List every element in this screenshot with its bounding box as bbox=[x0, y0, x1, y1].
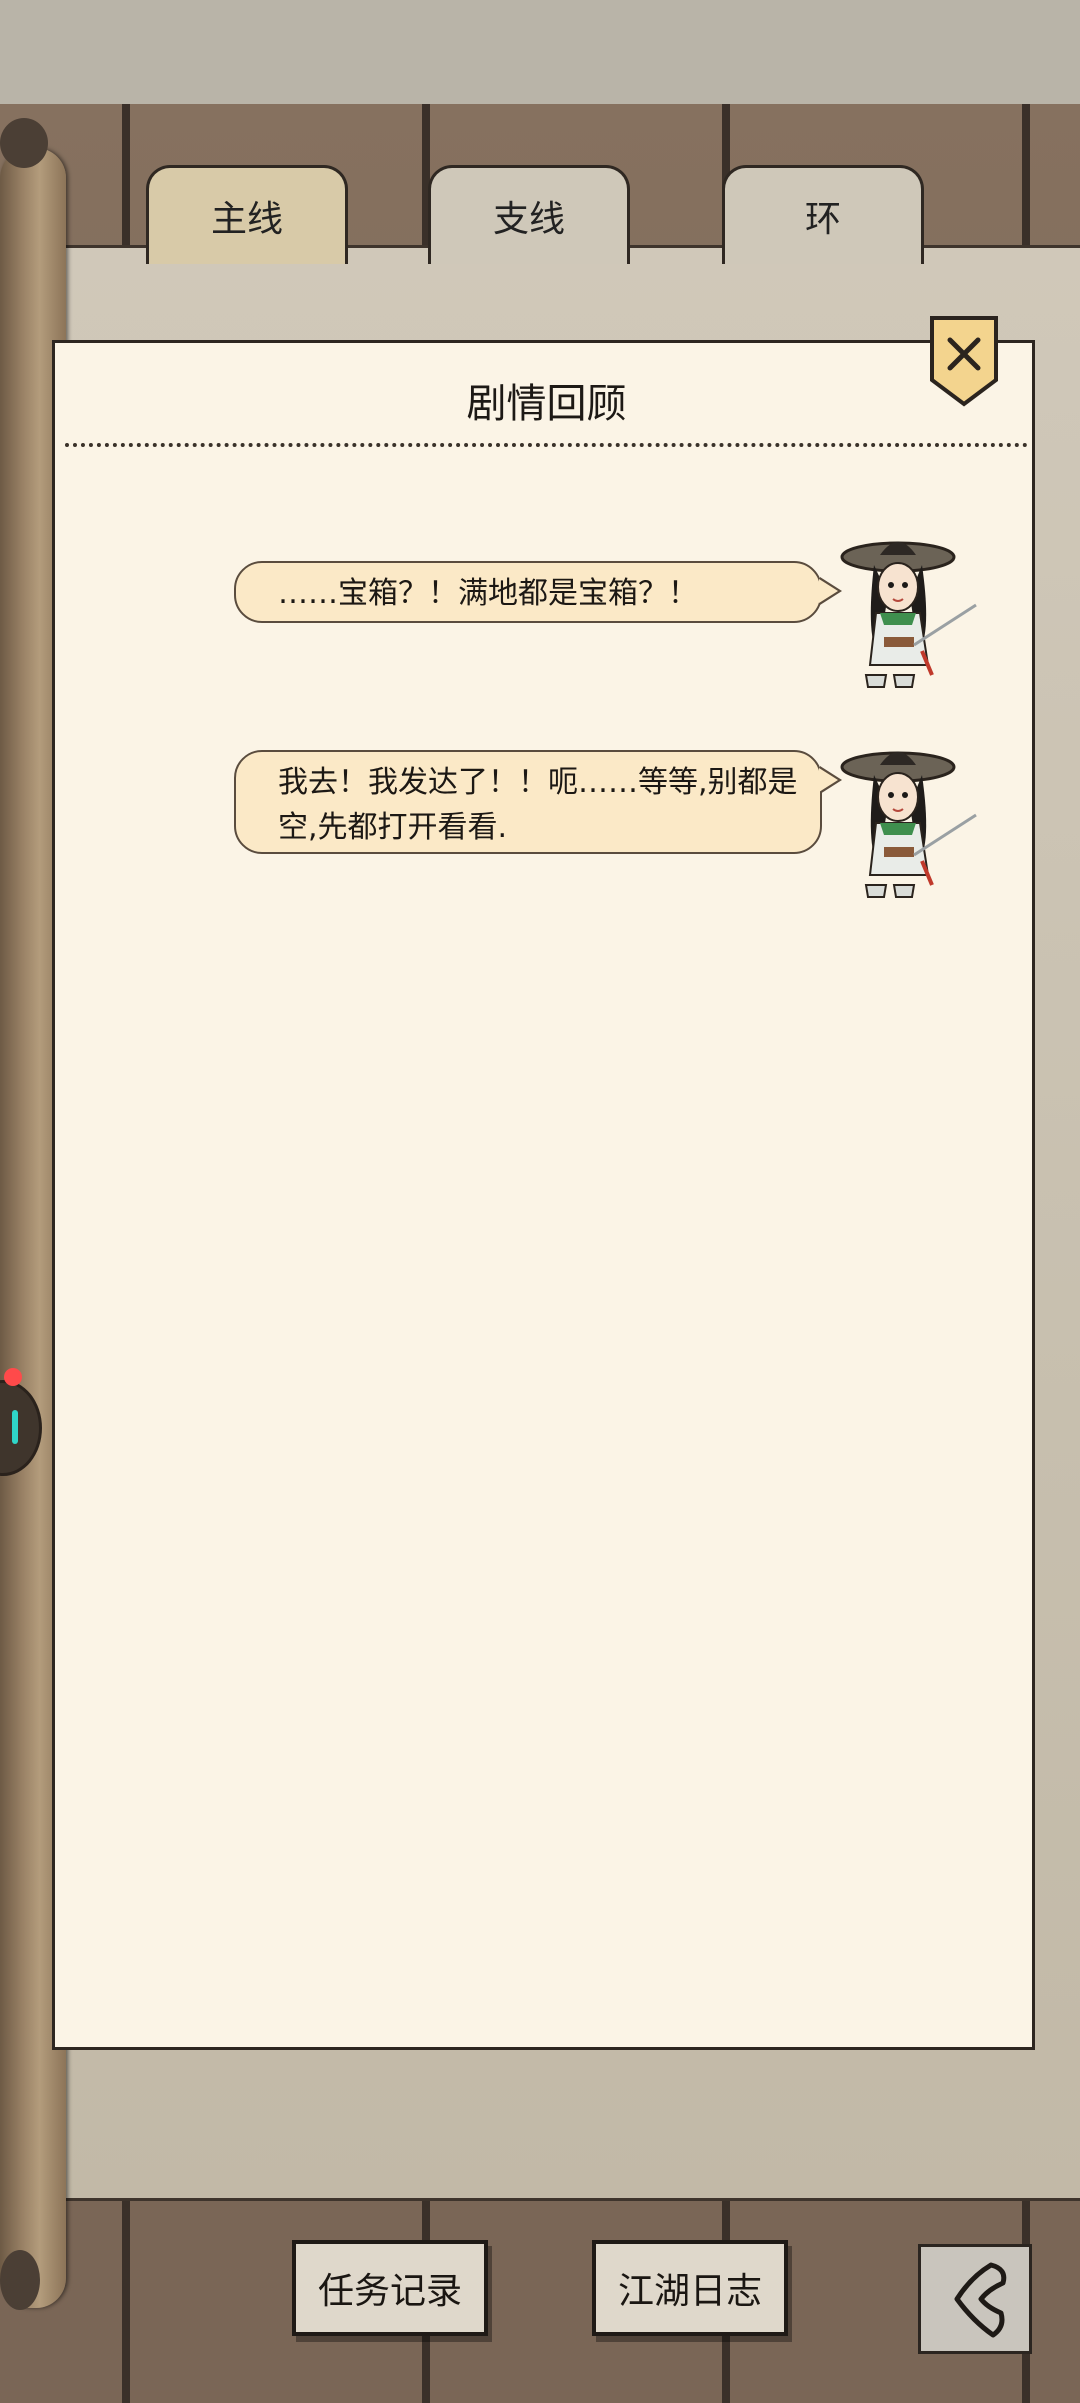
close-button[interactable] bbox=[928, 316, 1000, 408]
swordswoman-avatar bbox=[836, 525, 986, 690]
swordswoman-avatar bbox=[836, 735, 986, 900]
task-log-button[interactable]: 任务记录 bbox=[292, 2240, 488, 2336]
back-arrow-icon bbox=[954, 2262, 1007, 2338]
dialogue-text: 我去！我发达了！！呃……等等,别都是空,先都打开看看. bbox=[278, 765, 798, 845]
dialogue-bubble: ……宝箱？！满地都是宝箱？！ bbox=[234, 561, 842, 623]
back-button[interactable] bbox=[918, 2244, 1032, 2354]
jianghu-journal-label: 江湖日志 bbox=[617, 2271, 762, 2312]
dialogue-text: ……宝箱？！满地都是宝箱？！ bbox=[278, 576, 698, 611]
dialogue-bubble: 我去！我发达了！！呃……等等,别都是空,先都打开看看. bbox=[234, 750, 842, 854]
scroll-rod-cap-bottom bbox=[0, 2250, 40, 2310]
status-bar bbox=[0, 0, 1080, 104]
scroll-rod-cap-top bbox=[0, 118, 48, 168]
task-log-label: 任务记录 bbox=[317, 2271, 462, 2312]
panel-title: 剧情回顾 bbox=[466, 381, 627, 427]
jianghu-journal-button[interactable]: 江湖日志 bbox=[592, 2240, 788, 2336]
notification-dot bbox=[4, 1368, 22, 1386]
tab-main-quest[interactable]: 主线 bbox=[146, 165, 348, 264]
tab-side-quest[interactable]: 支线 bbox=[428, 165, 630, 264]
close-icon bbox=[930, 316, 998, 407]
side-handle-indicator bbox=[12, 1410, 18, 1444]
tab-ring-quest[interactable]: 环 bbox=[722, 165, 924, 264]
title-divider bbox=[65, 443, 1028, 447]
